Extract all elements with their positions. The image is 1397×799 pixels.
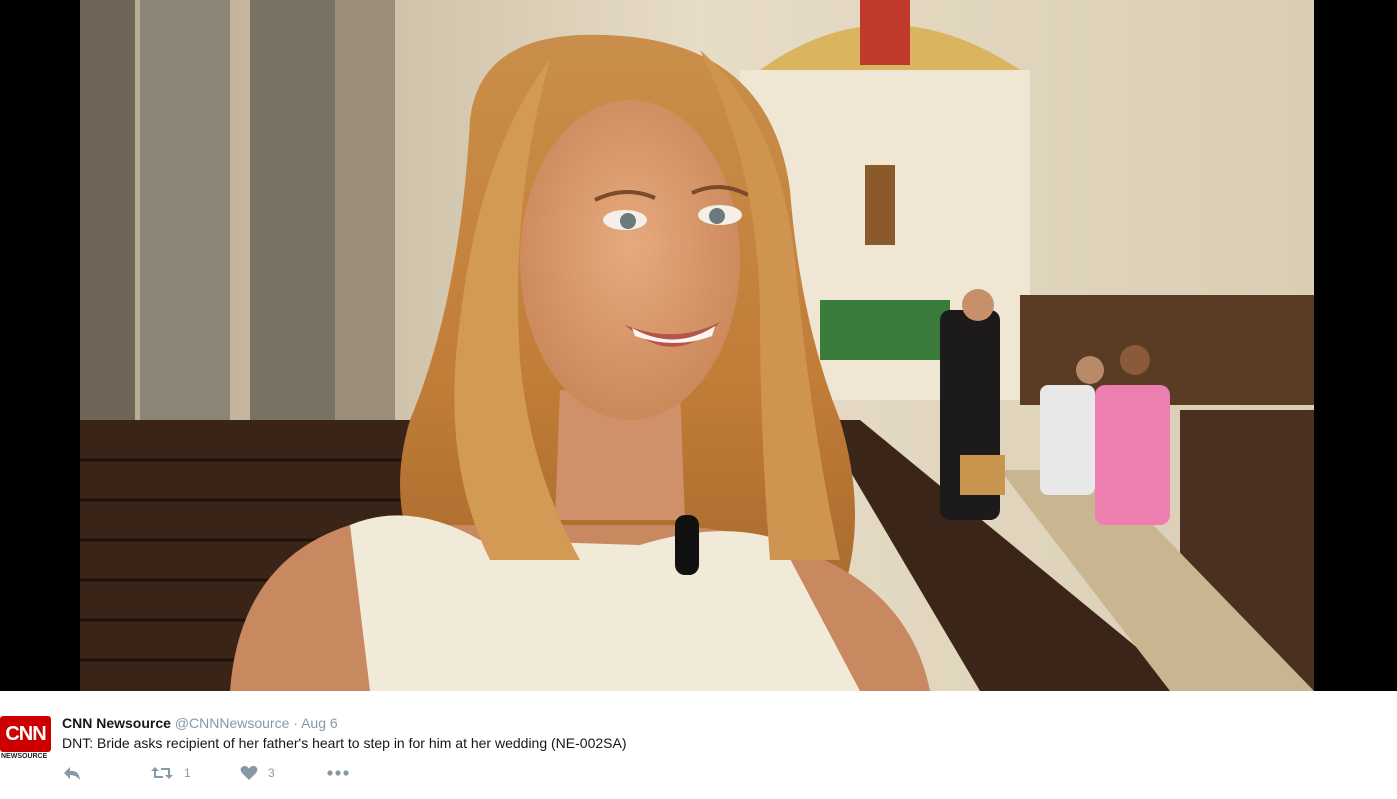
- retweet-button[interactable]: 1: [150, 765, 191, 781]
- reply-icon: [64, 767, 80, 780]
- logo-subtext: NEWSOURCE: [1, 753, 48, 760]
- church-interview-scene: [80, 0, 1314, 691]
- heart-icon: [240, 765, 258, 780]
- media-container[interactable]: [0, 0, 1397, 691]
- like-count: 3: [268, 766, 275, 780]
- retweet-icon: [151, 767, 173, 779]
- avatar[interactable]: CNN NEWSOURCE: [0, 716, 51, 760]
- more-icon: [327, 770, 349, 776]
- tweet-text: DNT: Bride asks recipient of her father'…: [62, 735, 627, 751]
- logo-text: CNN: [5, 722, 46, 745]
- more-button[interactable]: [326, 765, 350, 781]
- author-name[interactable]: CNN Newsource: [62, 715, 171, 731]
- tweet-header: CNN Newsource @CNNNewsource · Aug 6: [62, 715, 338, 731]
- cnn-logo-icon: CNN: [0, 716, 51, 752]
- author-handle[interactable]: @CNNNewsource: [175, 715, 290, 731]
- video-frame[interactable]: [80, 0, 1314, 691]
- separator: ·: [293, 715, 298, 731]
- timestamp[interactable]: Aug 6: [301, 715, 338, 731]
- reply-button[interactable]: [62, 765, 82, 781]
- tweet-card: CNN NEWSOURCE CNN Newsource @CNNNewsourc…: [0, 691, 1397, 799]
- retweet-count: 1: [184, 766, 191, 780]
- like-button[interactable]: 3: [240, 765, 275, 781]
